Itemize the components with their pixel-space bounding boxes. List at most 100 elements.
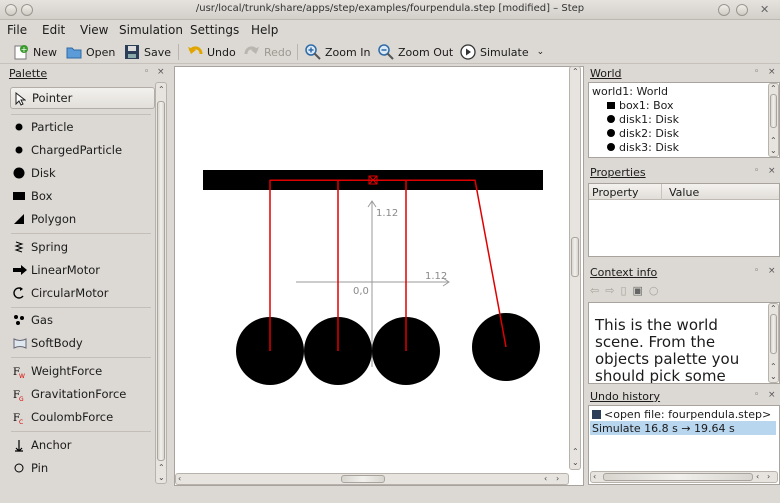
scrollbar-thumb[interactable] <box>157 101 165 461</box>
redo-button[interactable]: Redo <box>244 43 292 61</box>
menu-file[interactable]: File <box>7 23 27 37</box>
palette-item-gas[interactable]: Gas <box>13 310 53 330</box>
close-icon[interactable]: × <box>768 67 776 77</box>
scroll-left-icon[interactable]: ‹ <box>178 474 181 483</box>
close-icon[interactable]: × <box>157 67 165 77</box>
scroll-left-icon[interactable]: ‹ <box>756 472 759 481</box>
palette-item-coulomb-force[interactable]: FC CoulombForce <box>13 407 113 427</box>
scroll-left-icon[interactable]: ‹ <box>544 474 547 483</box>
zoom-in-button[interactable]: Zoom In <box>305 43 370 61</box>
value-column-header[interactable]: Value <box>669 186 699 199</box>
scroll-up-icon[interactable]: ⌃ <box>770 136 777 145</box>
open-button[interactable]: Open <box>66 43 115 61</box>
menu-view[interactable]: View <box>80 23 108 37</box>
undo-button[interactable]: Undo <box>187 43 236 61</box>
softbody-icon <box>13 337 27 349</box>
tree-item-disk2[interactable]: disk2: Disk <box>607 126 679 140</box>
scroll-up-icon[interactable]: ⌃ <box>572 447 579 456</box>
palette-scrollbar[interactable]: ⌃ ⌃ ⌄ <box>155 82 167 484</box>
undo-item-simulate[interactable]: Simulate 16.8 s → 19.64 s <box>590 421 776 435</box>
close-icon[interactable]: × <box>768 266 776 276</box>
new-button[interactable]: + New <box>13 43 57 61</box>
palette-item-polygon[interactable]: Polygon <box>13 209 76 229</box>
close-icon[interactable]: ✕ <box>760 3 769 16</box>
scroll-up-icon[interactable]: ⌃ <box>770 362 777 371</box>
scroll-down-icon[interactable]: ⌄ <box>770 146 777 155</box>
scrollbar-thumb[interactable] <box>603 473 753 481</box>
palette-item-disk[interactable]: Disk <box>13 163 56 183</box>
reload-icon[interactable]: ○ <box>649 284 659 300</box>
forward-icon[interactable]: ⇨ <box>605 284 614 300</box>
simulate-button[interactable]: Simulate ⌄ <box>460 43 544 61</box>
pin-icon <box>13 462 25 474</box>
scroll-up-icon[interactable]: ⌃ <box>770 304 777 313</box>
weight-force-icon: FW <box>13 365 25 380</box>
scene-canvas[interactable]: 1.12 1.12 0,0 <box>175 67 583 485</box>
tree-item-disk3[interactable]: disk3: Disk <box>607 140 679 154</box>
scroll-up-icon[interactable]: ⌃ <box>770 84 777 93</box>
palette-item-spring[interactable]: Spring <box>13 237 68 257</box>
world-scene[interactable]: 1.12 1.12 0,0 <box>174 66 584 486</box>
palette-item-box[interactable]: Box <box>13 186 52 206</box>
scene-horizontal-scrollbar[interactable]: ‹ ‹ › <box>175 473 569 485</box>
page-icon[interactable]: ▯ <box>620 284 626 300</box>
palette-item-linear-motor[interactable]: LinearMotor <box>13 260 100 280</box>
tree-item-world1[interactable]: world1: World <box>592 84 668 98</box>
scroll-down-icon[interactable]: ⌄ <box>572 458 579 467</box>
chevron-down-icon[interactable]: ⌄ <box>537 47 545 57</box>
undo-horizontal-scrollbar[interactable]: ‹ ‹ › <box>590 471 778 483</box>
tree-item-box1[interactable]: box1: Box <box>607 98 674 112</box>
palette-item-circular-motor[interactable]: CircularMotor <box>13 283 109 303</box>
scrollbar-thumb[interactable] <box>571 237 579 277</box>
menu-edit[interactable]: Edit <box>42 23 65 37</box>
maximize-icon[interactable] <box>736 4 748 16</box>
scroll-left-icon[interactable]: ‹ <box>593 472 596 481</box>
float-icon[interactable]: ◦ <box>754 166 759 176</box>
toolbar-separator <box>178 44 179 60</box>
tree-item-disk1[interactable]: disk1: Disk <box>607 112 679 126</box>
zoom-out-button[interactable]: Zoom Out <box>378 43 453 61</box>
scrollbar-thumb[interactable] <box>770 314 777 354</box>
scroll-up-icon[interactable]: ⌃ <box>572 67 579 76</box>
context-scrollbar[interactable]: ⌃ ⌃ ⌄ <box>768 303 779 383</box>
scrollbar-thumb[interactable] <box>770 94 777 128</box>
close-icon[interactable]: × <box>768 166 776 176</box>
scroll-down-icon[interactable]: ⌄ <box>770 372 777 381</box>
particle-icon <box>13 121 25 133</box>
palette-item-weight-force[interactable]: FW WeightForce <box>13 361 102 381</box>
scrollbar-thumb[interactable] <box>341 475 385 483</box>
palette-item-pointer[interactable]: Pointer <box>10 87 155 109</box>
back-icon[interactable]: ⇦ <box>590 284 599 300</box>
float-icon[interactable]: ◦ <box>754 67 759 77</box>
scroll-right-icon[interactable]: › <box>767 472 770 481</box>
menu-settings[interactable]: Settings <box>190 23 239 37</box>
palette-item-charged-particle[interactable]: ChargedParticle <box>13 140 122 160</box>
save-icon <box>592 409 601 419</box>
undo-item-open-file[interactable]: <open file: fourpendula.step> <box>590 407 771 421</box>
sync-icon[interactable]: ▣ <box>633 284 643 300</box>
palette-item-anchor[interactable]: Anchor <box>13 435 72 455</box>
world-tree-scrollbar[interactable]: ⌃ ⌃ ⌄ <box>768 83 779 157</box>
palette-item-particle[interactable]: Particle <box>13 117 74 137</box>
float-icon[interactable]: ◦ <box>754 266 759 276</box>
palette-item-softbody[interactable]: SoftBody <box>13 333 83 353</box>
minimize-icon[interactable] <box>718 4 730 16</box>
property-column-header[interactable]: Property <box>592 186 639 199</box>
save-button[interactable]: Save <box>124 43 171 61</box>
scroll-right-icon[interactable]: › <box>556 474 559 483</box>
palette-item-gravitation-force[interactable]: FG GravitationForce <box>13 384 126 404</box>
menu-help[interactable]: Help <box>251 23 278 37</box>
window-title: /usr/local/trunk/share/apps/step/example… <box>195 3 585 14</box>
scroll-up-icon[interactable]: ⌃ <box>158 85 165 94</box>
menu-simulation[interactable]: Simulation <box>119 23 183 37</box>
scene-vertical-scrollbar[interactable]: ⌃ ⌃ ⌄ <box>569 66 581 470</box>
close-icon[interactable]: × <box>768 390 776 400</box>
float-icon[interactable]: ◦ <box>144 67 149 77</box>
menu-bar: File Edit View Simulation Settings Help <box>0 20 780 40</box>
palette-separator <box>11 114 151 115</box>
main-toolbar: + New Open Save Undo Redo Zoom In Zoom O… <box>0 40 780 64</box>
scroll-up-icon[interactable]: ⌃ <box>158 463 165 472</box>
scroll-down-icon[interactable]: ⌄ <box>158 473 165 482</box>
palette-item-pin[interactable]: Pin <box>13 458 48 478</box>
float-icon[interactable]: ◦ <box>754 390 759 400</box>
